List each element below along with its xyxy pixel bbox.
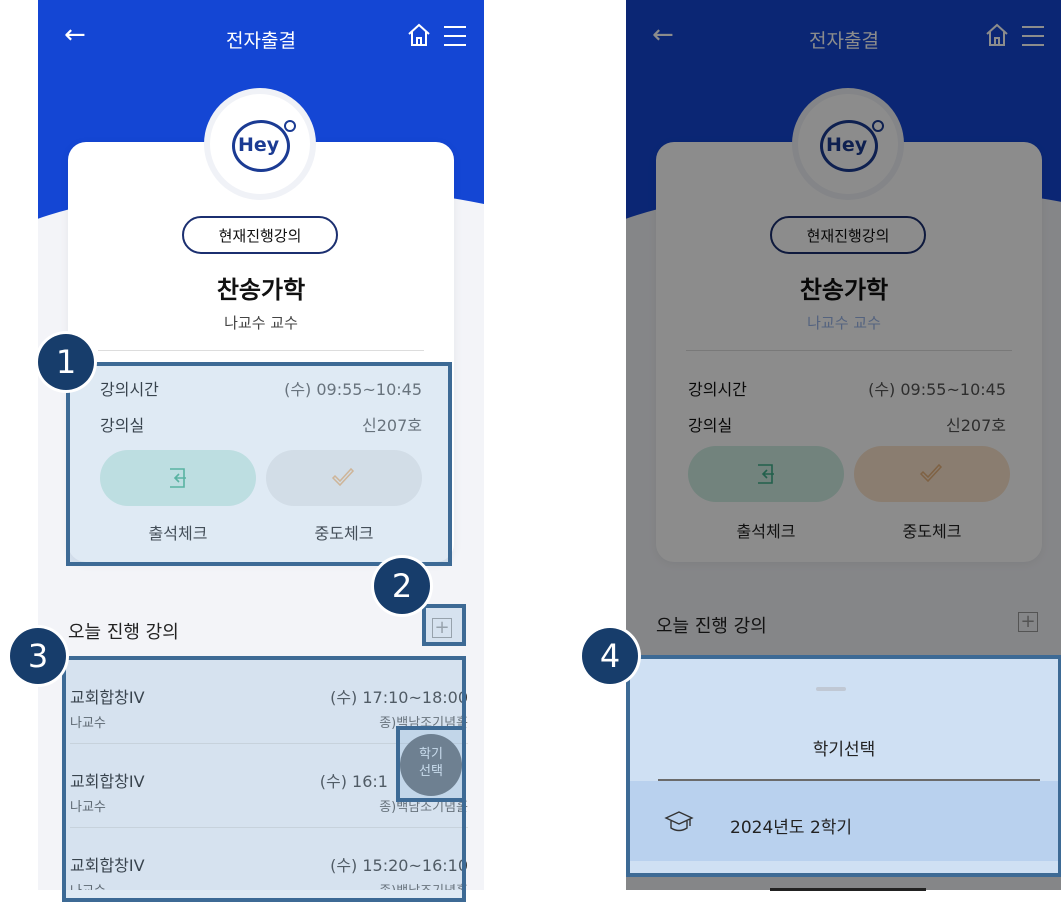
annotation-2: 2	[374, 558, 430, 614]
today-lectures-title: 오늘 진행 강의	[68, 622, 179, 643]
current-lecture-badge: 현재진행강의	[182, 216, 338, 254]
highlight-fab	[396, 726, 466, 802]
course-title: 찬송가학	[216, 276, 306, 304]
menu-icon[interactable]	[444, 26, 466, 46]
hey-logo: Hey	[210, 94, 310, 194]
highlight-add-button	[422, 604, 466, 646]
home-icon[interactable]	[406, 22, 432, 48]
annotation-4: 4	[582, 628, 638, 684]
highlight-sheet	[626, 655, 1061, 877]
highlight-current-info	[66, 362, 452, 566]
card-divider	[98, 350, 424, 351]
professor-name: 나교수 교수	[224, 314, 298, 332]
annotation-3: 3	[10, 628, 66, 684]
annotation-1: 1	[38, 334, 94, 390]
home-indicator	[770, 888, 926, 891]
top-bar: ← 전자출결	[38, 0, 484, 78]
